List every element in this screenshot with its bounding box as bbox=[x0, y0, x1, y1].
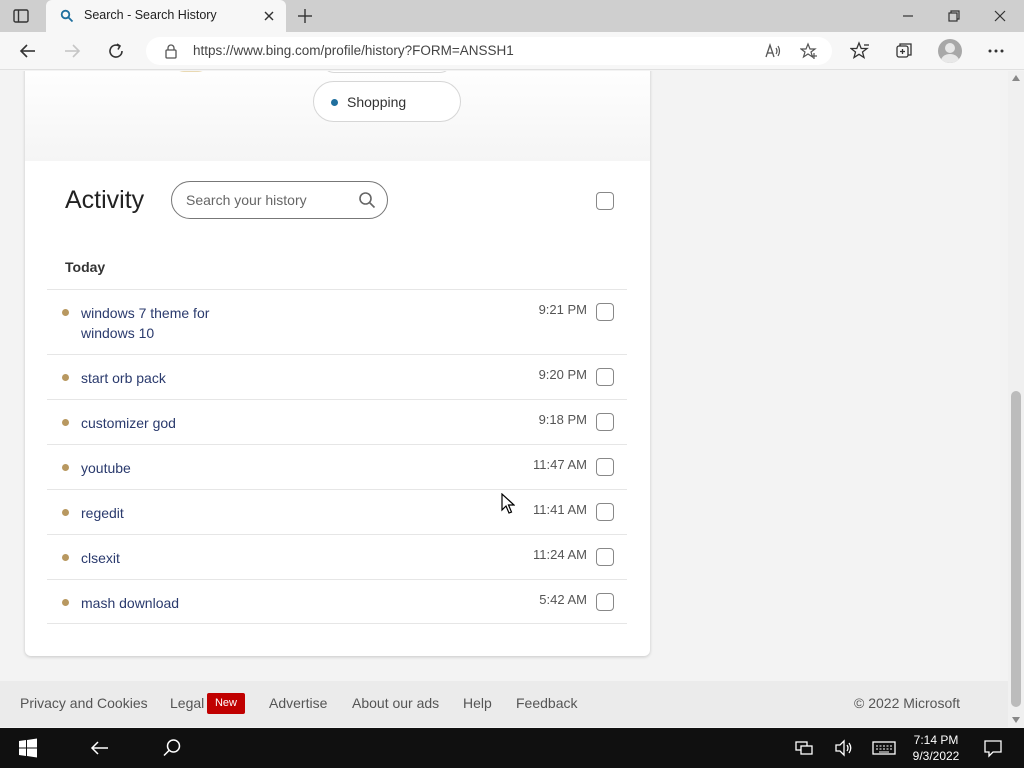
history-row: start orb pack 9:20 PM bbox=[47, 354, 627, 399]
row-dot bbox=[62, 464, 69, 471]
keyboard-icon[interactable] bbox=[872, 738, 896, 758]
select-all-checkbox[interactable] bbox=[596, 192, 614, 210]
favorites-icon[interactable] bbox=[850, 41, 870, 61]
url-text[interactable]: https://www.bing.com/profile/history?FOR… bbox=[193, 43, 514, 58]
history-query-link[interactable]: windows 7 theme for windows 10 bbox=[81, 303, 221, 343]
page-viewport: Shopping Activity Today windows 7 theme … bbox=[0, 71, 1008, 727]
history-time: 11:24 AM bbox=[533, 547, 587, 562]
interest-pill-shopping[interactable]: Shopping bbox=[313, 81, 461, 122]
forward-arrow-icon[interactable] bbox=[62, 41, 82, 61]
minimize-icon[interactable] bbox=[900, 8, 916, 24]
history-search-input[interactable] bbox=[186, 189, 356, 211]
refresh-icon[interactable] bbox=[106, 41, 126, 61]
scroll-thumb[interactable] bbox=[1011, 391, 1021, 707]
windows-taskbar: 7:14 PM 9/3/2022 bbox=[0, 728, 1024, 768]
history-card: Shopping Activity Today windows 7 theme … bbox=[25, 71, 650, 656]
history-query-link[interactable]: regedit bbox=[81, 503, 281, 523]
notifications-icon[interactable] bbox=[983, 738, 1003, 758]
close-tab-icon[interactable] bbox=[262, 9, 276, 23]
windows-start-icon[interactable] bbox=[18, 738, 38, 758]
history-time: 11:47 AM bbox=[533, 457, 587, 472]
history-query-link[interactable]: mash download bbox=[81, 593, 281, 613]
address-bar: https://www.bing.com/profile/history?FOR… bbox=[0, 32, 1024, 70]
help-link[interactable]: Help bbox=[463, 695, 492, 711]
clock-date: 9/3/2022 bbox=[912, 749, 960, 763]
pill-label: Shopping bbox=[347, 94, 407, 110]
browser-tab-active[interactable]: Search - Search History bbox=[46, 0, 286, 32]
history-row: clsexit 11:24 AM bbox=[47, 534, 627, 579]
more-options-icon[interactable] bbox=[986, 41, 1006, 61]
new-badge: New bbox=[207, 693, 245, 714]
row-dot bbox=[62, 309, 69, 316]
row-checkbox[interactable] bbox=[596, 503, 614, 521]
mouse-cursor-icon bbox=[501, 493, 515, 514]
history-time: 9:18 PM bbox=[538, 412, 587, 427]
history-row: regedit 11:41 AM bbox=[47, 489, 627, 534]
new-tab-icon[interactable] bbox=[296, 7, 314, 25]
profile-avatar[interactable] bbox=[938, 39, 962, 63]
scroll-down-arrow-icon[interactable] bbox=[1012, 717, 1020, 723]
restore-icon[interactable] bbox=[946, 8, 962, 24]
copyright-text: © 2022 Microsoft bbox=[854, 695, 961, 711]
add-favorite-icon[interactable] bbox=[800, 42, 818, 60]
page-footer: Privacy and Cookies Legal New Advertise … bbox=[0, 681, 1008, 727]
search-icon[interactable] bbox=[162, 738, 182, 758]
row-checkbox[interactable] bbox=[596, 413, 614, 431]
history-row: customizer god 9:18 PM bbox=[47, 399, 627, 444]
clock-time: 7:14 PM bbox=[913, 733, 959, 747]
vertical-scrollbar[interactable] bbox=[1008, 71, 1024, 727]
privacy-link[interactable]: Privacy and Cookies bbox=[20, 695, 148, 711]
date-section-heading: Today bbox=[65, 259, 106, 275]
history-search-box[interactable] bbox=[171, 181, 388, 219]
row-checkbox[interactable] bbox=[596, 458, 614, 476]
tab-title: Search - Search History bbox=[84, 8, 217, 22]
tab-bar: Search - Search History bbox=[0, 0, 1024, 32]
url-bar[interactable]: https://www.bing.com/profile/history?FOR… bbox=[146, 37, 832, 65]
search-icon[interactable] bbox=[358, 191, 376, 209]
history-row: windows 7 theme for windows 10 9:21 PM bbox=[47, 289, 627, 354]
volume-icon[interactable] bbox=[834, 738, 854, 758]
pill-dot bbox=[331, 99, 338, 106]
history-query-link[interactable]: youtube bbox=[81, 458, 281, 478]
about-ads-link[interactable]: About our ads bbox=[352, 695, 439, 711]
history-row: youtube 11:47 AM bbox=[47, 444, 627, 489]
search-favicon-icon bbox=[60, 9, 74, 23]
scroll-up-arrow-icon[interactable] bbox=[1012, 75, 1020, 81]
legal-link[interactable]: Legal bbox=[170, 695, 204, 711]
taskbar-clock[interactable]: 7:14 PM 9/3/2022 bbox=[900, 732, 972, 764]
advertise-link[interactable]: Advertise bbox=[269, 695, 327, 711]
read-aloud-icon[interactable] bbox=[764, 42, 782, 60]
history-time: 11:41 AM bbox=[533, 502, 587, 517]
lock-icon[interactable] bbox=[164, 43, 178, 59]
tab-actions-icon[interactable] bbox=[12, 7, 30, 25]
close-window-icon[interactable] bbox=[992, 8, 1008, 24]
row-dot bbox=[62, 509, 69, 516]
activity-heading: Activity bbox=[65, 186, 145, 214]
row-checkbox[interactable] bbox=[596, 593, 614, 611]
back-arrow-icon[interactable] bbox=[18, 41, 38, 61]
history-row: mash download 5:42 AM bbox=[47, 579, 627, 624]
history-time: 9:21 PM bbox=[538, 302, 587, 317]
feedback-link[interactable]: Feedback bbox=[516, 695, 577, 711]
history-time: 9:20 PM bbox=[538, 367, 587, 382]
interests-section: Shopping bbox=[25, 71, 650, 161]
row-checkbox[interactable] bbox=[596, 548, 614, 566]
row-dot bbox=[62, 374, 69, 381]
interest-illustration bbox=[173, 71, 209, 72]
row-dot bbox=[62, 554, 69, 561]
network-icon[interactable] bbox=[794, 738, 814, 758]
row-dot bbox=[62, 419, 69, 426]
history-query-link[interactable]: customizer god bbox=[81, 413, 281, 433]
collections-icon[interactable] bbox=[894, 41, 914, 61]
row-dot bbox=[62, 599, 69, 606]
interest-pill-partial[interactable] bbox=[322, 71, 452, 73]
row-checkbox[interactable] bbox=[596, 303, 614, 321]
history-query-link[interactable]: start orb pack bbox=[81, 368, 281, 388]
history-query-link[interactable]: clsexit bbox=[81, 548, 281, 568]
back-arrow-icon[interactable] bbox=[90, 738, 110, 758]
history-time: 5:42 AM bbox=[539, 592, 587, 607]
row-checkbox[interactable] bbox=[596, 368, 614, 386]
